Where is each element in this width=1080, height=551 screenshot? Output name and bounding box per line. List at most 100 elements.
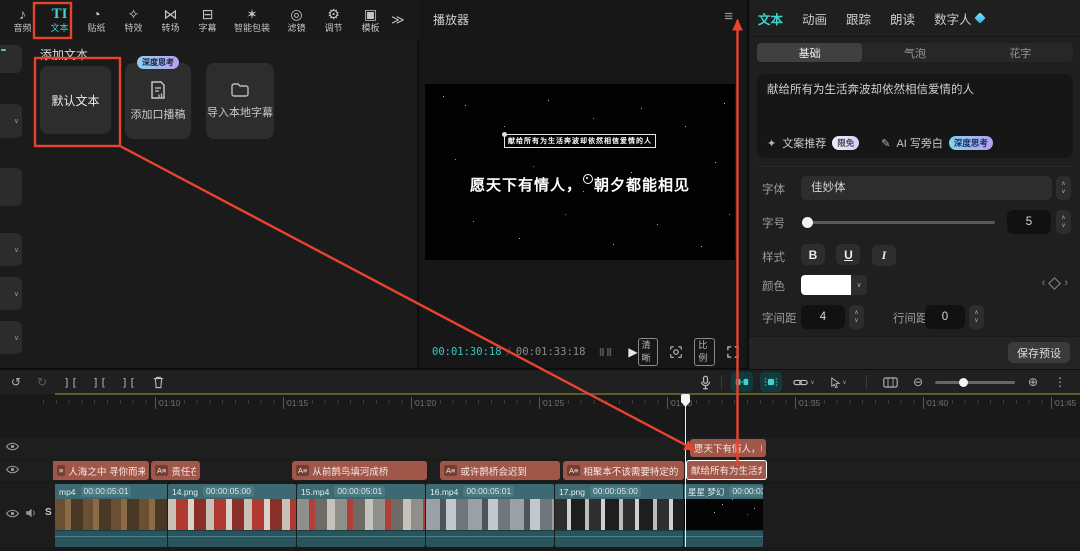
preview-caption-main[interactable]: 愿天下有情人，朝夕都能相见 (470, 174, 690, 195)
zoom-slider-handle[interactable] (959, 378, 968, 387)
next-keyframe-icon[interactable]: › (1064, 277, 1068, 289)
speaker-icon[interactable] (25, 508, 37, 518)
focus-icon[interactable] (670, 346, 682, 358)
font-stepper[interactable]: ∧∨ (1056, 176, 1071, 200)
video-clip[interactable]: 星星 梦幻00:00:03 (684, 484, 763, 547)
frame-compare-icon[interactable] (599, 347, 612, 357)
tab-animation[interactable]: 动画 (802, 9, 827, 28)
text-clip[interactable]: 愿天下有情人，朝夕 (690, 439, 766, 457)
eye-icon[interactable] (6, 509, 19, 518)
bold-button[interactable]: B (801, 244, 825, 265)
player-menu-icon[interactable]: ≡ (724, 8, 733, 25)
toolbar-item-filter[interactable]: ◎ 滤镜 (278, 1, 315, 39)
subtitle-clip-selected[interactable]: 献给所有为生活奔波 (686, 460, 767, 480)
ratio-button[interactable]: 比例 (694, 338, 715, 366)
quality-button[interactable]: 清晰 (638, 338, 659, 366)
collapsed-panel-item[interactable] (0, 168, 22, 206)
timeline-zoom-slider[interactable] (935, 370, 1015, 394)
tab-digital-human[interactable]: 数字人 (934, 9, 984, 28)
underline-button[interactable]: U (836, 244, 860, 265)
size-value[interactable]: 5 (1007, 210, 1051, 234)
toolbar-item-sticker[interactable]: ◔ 贴纸 (78, 1, 115, 39)
size-slider-handle[interactable] (802, 217, 813, 228)
video-clip[interactable]: 17.png00:00:05:00 (555, 484, 683, 547)
tab-reading[interactable]: 朗读 (890, 9, 915, 28)
zoom-in-icon[interactable]: ⊕ (1023, 370, 1043, 394)
video-clip[interactable]: 14.png00:00:05:00 (168, 484, 296, 547)
size-slider[interactable] (803, 221, 995, 224)
collapsed-panel-item[interactable]: ∨ (0, 277, 22, 310)
video-clip[interactable]: mp400:00:05:01 (55, 484, 167, 547)
subtitle-clip[interactable]: ≡ 人海之中 寻你而来 短暂相 (53, 461, 149, 480)
tab-tracking[interactable]: 跟踪 (846, 9, 871, 28)
collapsed-panel-item[interactable]: ∨ (0, 233, 22, 266)
record-mic-icon[interactable] (695, 370, 715, 394)
text-content-input[interactable]: 献给所有为生活奔波却依然相信爱情的人 ✦ 文案推荐 限免 ✎ AI 写旁白 深度… (757, 74, 1073, 158)
subtab-fancy-text[interactable]: 花字 (968, 43, 1073, 62)
tab-text[interactable]: 文本 (758, 9, 783, 28)
undo-icon[interactable]: ↺ (6, 370, 26, 394)
toolbar-item-adjust[interactable]: ⚙ 调节 (315, 1, 352, 39)
trim-right-icon[interactable]: ][ (118, 370, 140, 394)
select-tool-icon[interactable]: ∨ (826, 370, 852, 394)
video-preview[interactable]: 献给所有为生活奔波却依然相信爱情的人 愿天下有情人，朝夕都能相见 (425, 84, 735, 260)
audio-icon: ♪ (19, 7, 26, 21)
snap-icon[interactable] (759, 370, 783, 394)
preview-frames-icon[interactable] (878, 370, 902, 394)
toolbar-item-smart-pack[interactable]: ✶ 智能包装 (226, 1, 278, 39)
subtab-basic[interactable]: 基础 (757, 43, 862, 62)
zoom-out-icon[interactable]: ⊖ (908, 370, 928, 394)
line-spacing-value[interactable]: 0 (925, 305, 965, 329)
subtitle-clip[interactable]: A≡ 相聚本不该需要特定的日子... (563, 461, 684, 480)
player-panel: 播放器 ≡ 献给所有为生活奔波却依然相信爱情的人 愿天下有情人，朝夕都能相见 0… (419, 0, 747, 368)
collapsed-panel-item[interactable]: ∨ (0, 104, 22, 138)
size-stepper[interactable]: ∧∨ (1056, 210, 1071, 234)
ai-voiceover-button[interactable]: AI 写旁白 (896, 135, 942, 151)
video-clip[interactable]: 15.mp400:00:05:01 (297, 484, 425, 547)
timeline-ruler[interactable]: 01:10 01:15 01:20 01:25 01:30 01:35 01:4… (43, 394, 1080, 414)
delete-icon[interactable] (147, 370, 169, 394)
keyframe-nav: ‹ › (1042, 277, 1068, 289)
link-clips-icon[interactable]: ∨ (789, 370, 819, 394)
subtitle-clip[interactable]: A≡ 从前鹊鸟填河成桥 (292, 461, 427, 480)
default-text-card[interactable]: 默认文本 (40, 66, 111, 134)
copy-suggest-button[interactable]: 文案推荐 (782, 135, 826, 151)
collapsed-panel-item[interactable]: ∨ (0, 321, 22, 354)
clip-thumbnail (426, 499, 554, 530)
play-button[interactable]: ▶ (628, 345, 637, 359)
eye-icon[interactable] (6, 442, 19, 451)
collapsed-panel-item[interactable] (0, 45, 22, 73)
toolbar-item-template[interactable]: ▣ 模板 (352, 1, 389, 39)
toolbar-item-text[interactable]: TI 文本 (41, 1, 78, 39)
subtitle-clip[interactable]: A≡ 责任在身 (151, 461, 200, 480)
toolbar-item-captions[interactable]: ⊟ 字幕 (189, 1, 226, 39)
toolbar-item-audio[interactable]: ♪ 音频 (4, 1, 41, 39)
toolbar-item-transition[interactable]: ⋈ 转场 (152, 1, 189, 39)
split-icon[interactable]: ][ (60, 370, 82, 394)
more-options-icon[interactable]: ⋮ (1050, 370, 1070, 394)
toolbar-more-icon[interactable]: ≫ (391, 12, 405, 28)
subtab-bubble[interactable]: 气泡 (862, 43, 967, 62)
import-subtitle-card[interactable]: 导入本地字幕 (206, 63, 274, 139)
color-picker[interactable]: ∨ (801, 275, 867, 295)
eye-icon[interactable] (6, 465, 19, 474)
toolbar-item-effects[interactable]: ✧ 特效 (115, 1, 152, 39)
redo-icon[interactable]: ↻ (32, 370, 52, 394)
playhead[interactable] (685, 394, 686, 547)
font-select[interactable]: 佳妙体 (801, 176, 1052, 200)
letter-spacing-stepper[interactable]: ∧∨ (849, 305, 864, 329)
line-spacing-stepper[interactable]: ∧∨ (969, 305, 984, 329)
auto-attach-icon[interactable] (730, 370, 754, 394)
subtitle-clip[interactable]: A≡ 或许鹊桥会迟到 (440, 461, 560, 480)
prev-keyframe-icon[interactable]: ‹ (1042, 277, 1046, 289)
save-preset-button[interactable]: 保存预设 (1008, 342, 1070, 363)
add-keyframe-icon[interactable] (1048, 277, 1061, 290)
letter-spacing-value[interactable]: 4 (801, 305, 845, 329)
fullscreen-icon[interactable] (727, 346, 739, 358)
solo-button[interactable]: S (45, 507, 52, 518)
video-clip[interactable]: 16.mp400:00:05:01 (426, 484, 554, 547)
preview-caption-selected[interactable]: 献给所有为生活奔波却依然相信爱情的人 (504, 134, 656, 148)
italic-button[interactable]: I (872, 245, 896, 266)
trim-left-icon[interactable]: ][ (89, 370, 111, 394)
add-voiceover-card[interactable]: 深度思考 添加口播稿 (125, 63, 191, 139)
